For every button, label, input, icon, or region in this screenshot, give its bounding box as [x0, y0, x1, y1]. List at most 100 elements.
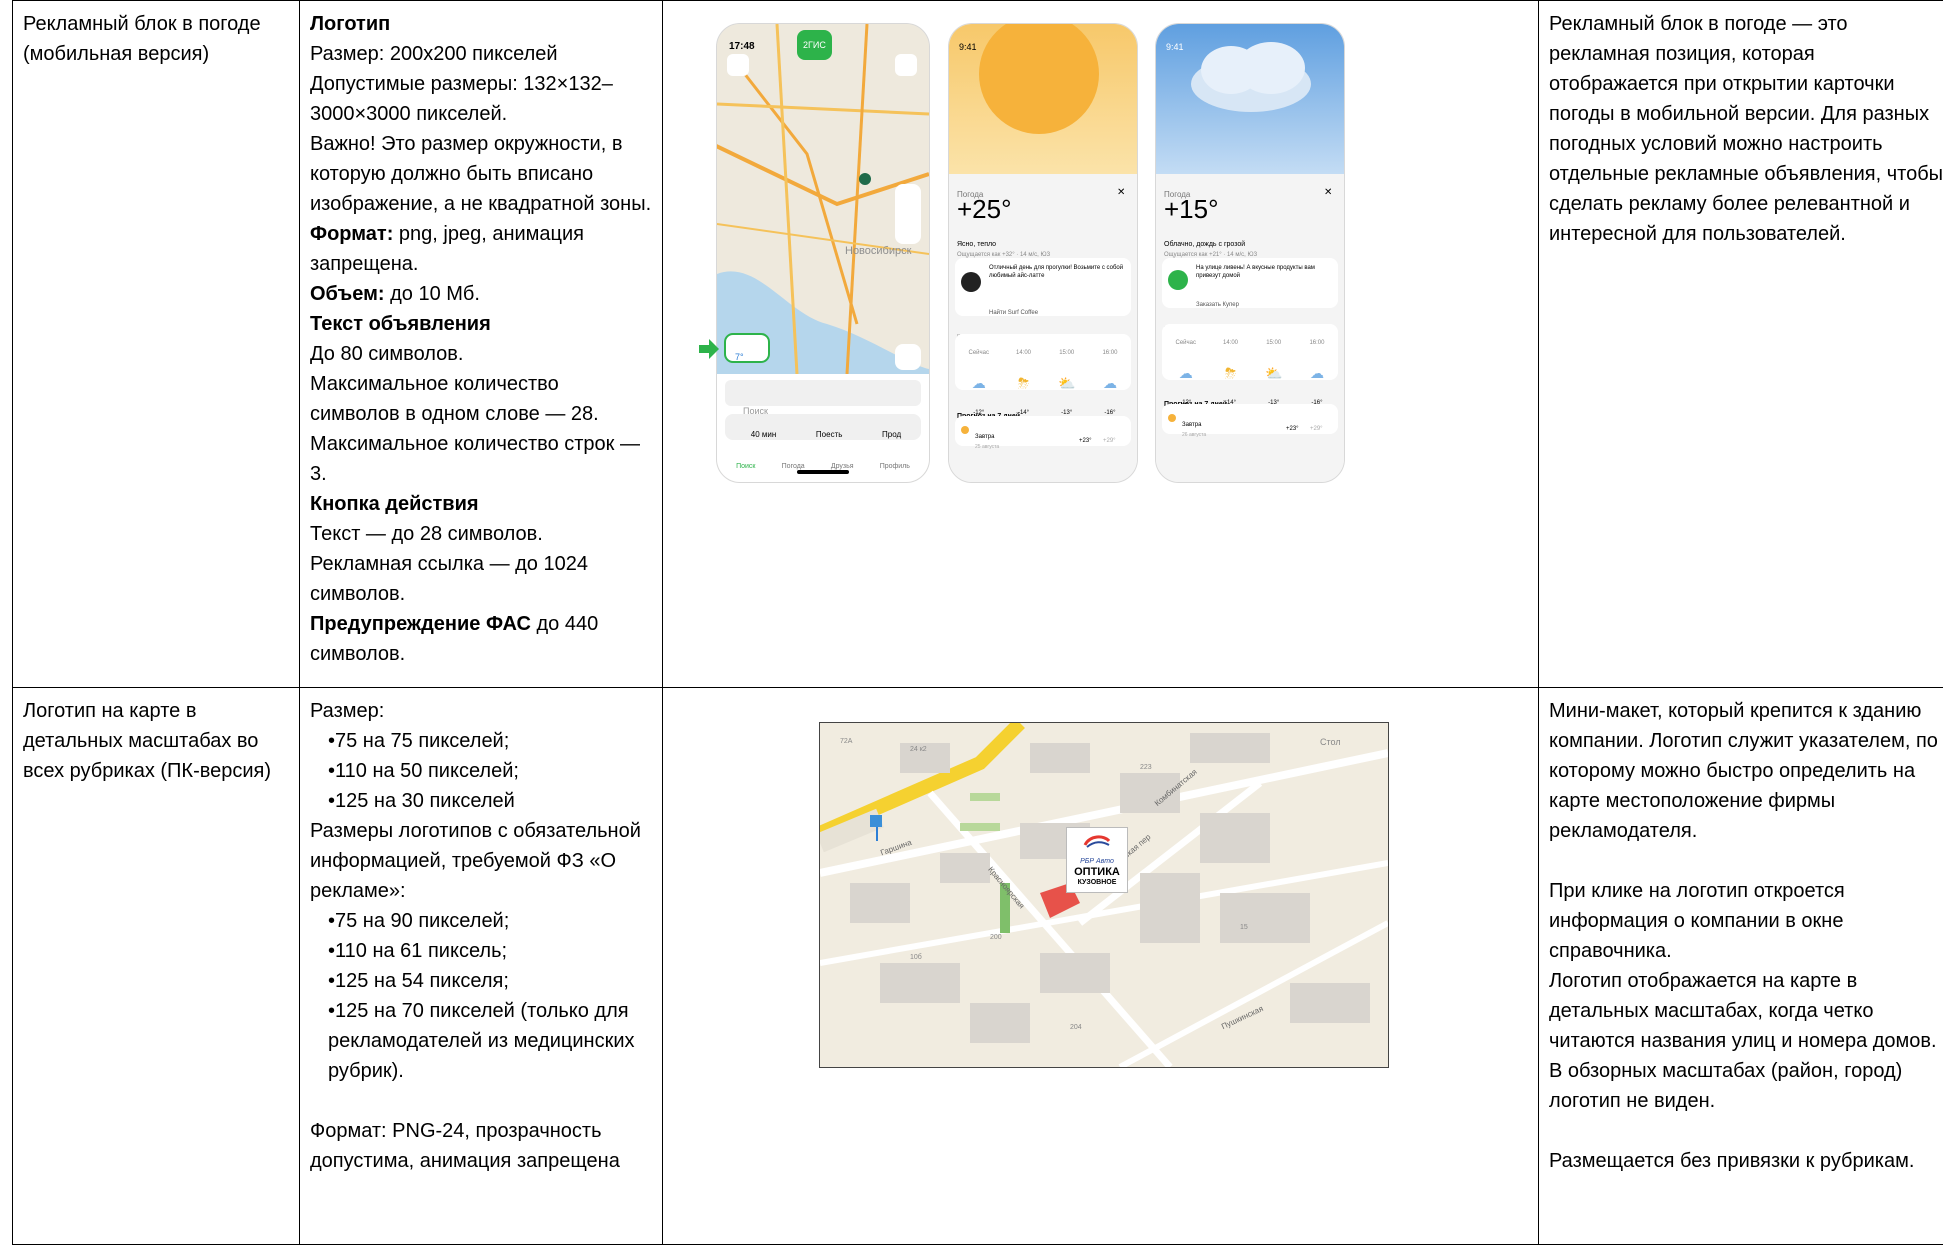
hour-item: 14:00⛈-14° — [1016, 334, 1031, 390]
spec-line: Объем: до 10 Мб. — [310, 279, 652, 309]
forecast-temp: +23° — [1286, 414, 1299, 444]
example-cell: Стол Гаршина Комбинатская Комбинатская п… — [663, 688, 1539, 1245]
placement-name: Рекламный блок в погоде (мобильная верси… — [13, 1, 300, 688]
tab-search[interactable]: Поиск — [736, 452, 755, 482]
spec-line: Размер: 200х200 пикселей — [310, 39, 652, 69]
tab-profile[interactable]: Профиль — [880, 452, 910, 482]
ad-link[interactable]: Заказать Купер — [1196, 290, 1239, 320]
temperature: +15° — [1164, 194, 1219, 224]
chip[interactable]: Прод — [882, 420, 901, 450]
spec-line: Максимальное количество символов в одном… — [310, 369, 652, 429]
description-text: При клике на логотип откроется информаци… — [1549, 876, 1943, 966]
hourly-forecast: Сейчас☁-12° 14:00⛈-14° 15:00⛅-13° 16:00☁… — [955, 334, 1131, 390]
hour-item: 14:00⛈-14° — [1223, 324, 1238, 380]
chips-row: 40 мин Поесть Прод — [731, 420, 921, 450]
ad-logo — [1168, 270, 1188, 290]
table-row: Рекламный блок в погоде (мобильная верси… — [13, 1, 1943, 688]
status-time: 17:48 — [729, 32, 755, 62]
tab-friends[interactable]: Друзья — [831, 452, 854, 482]
placement-name: Логотип на карте в детальных масштабах в… — [13, 688, 300, 1245]
description-text: Мини-макет, который крепится к зданию ко… — [1549, 696, 1943, 846]
forecast-temp-high: +29° — [1310, 414, 1323, 444]
sun-icon — [961, 426, 969, 434]
city-label: Новосибирск — [845, 236, 911, 266]
hour-item: Сейчас☁-12° — [969, 334, 989, 390]
description-cell: Рекламный блок в погоде — это рекламная … — [1539, 1, 1943, 688]
phone-weather-sunny: 9:41 Погода ✕ +25° Ясно, тепло Ощущается… — [948, 23, 1138, 483]
table-row: Логотип на карте в детальных масштабах в… — [13, 688, 1943, 1245]
spec-line: До 80 символов. — [310, 339, 652, 369]
phone-weather-rainy: 9:41 Погода ✕ +15° Облачно, дождь с гроз… — [1155, 23, 1345, 483]
ad-link[interactable]: Найти Surf Coffee — [989, 298, 1038, 328]
advertiser-logo[interactable]: РБР Авто ОПТИКА КУЗОВНОЕ — [1066, 827, 1128, 893]
size-item: •125 на 70 пикселей (только для рекламод… — [310, 996, 652, 1086]
temperature: +25° — [957, 194, 1012, 224]
size-item: •125 на 54 пикселя; — [310, 966, 652, 996]
status-time: 9:41 — [1166, 32, 1184, 62]
spec-label: Объем: — [310, 283, 385, 305]
house-number: 200 — [990, 923, 1002, 953]
chip[interactable]: Поесть — [816, 420, 842, 450]
spec-heading: Логотип — [310, 9, 652, 39]
sun-icon — [969, 23, 1109, 144]
tab-weather[interactable]: Погода — [782, 452, 805, 482]
size-item: •125 на 30 пикселей — [310, 786, 652, 816]
spec-cell: Логотип Размер: 200х200 пикселей Допусти… — [300, 1, 663, 688]
house-number: 223 — [1140, 753, 1152, 783]
close-icon[interactable]: ✕ — [1324, 178, 1332, 208]
cloud-icon — [1186, 34, 1316, 124]
weather-chip[interactable]: 7° — [735, 342, 744, 372]
app-badge: 2ГИС — [797, 30, 832, 60]
house-number: 72А — [840, 727, 852, 757]
logo-line1: ОПТИКА — [1067, 866, 1127, 878]
spec-heading: Кнопка действия — [310, 489, 652, 519]
logo-brand: РБР Авто — [1067, 858, 1127, 866]
forecast-temp: +23° — [1079, 426, 1092, 456]
ad-logo — [961, 272, 981, 292]
arrow-icon — [699, 339, 719, 359]
spec-label: Формат: — [310, 223, 393, 245]
size-item: •110 на 61 пиксель; — [310, 936, 652, 966]
description-text: Логотип отображается на карте в детальны… — [1549, 966, 1943, 1116]
house-number: 15 — [1240, 913, 1248, 943]
ad-text: Отличный день для прогулки! Возьмите с с… — [989, 264, 1125, 280]
hour-item: 16:00☁-16° — [1102, 334, 1117, 390]
chip[interactable]: 40 мин — [751, 420, 777, 450]
brand-swoosh-icon — [1082, 833, 1112, 849]
hourly-forecast: Сейчас☁-12° 14:00⛈-14° 15:00⛅-13° 16:00☁… — [1162, 324, 1338, 380]
spec-line: Рекламная ссылка — до 1024 символов. — [310, 549, 652, 609]
sun-icon — [1168, 414, 1176, 422]
spec-cell: Размер: •75 на 75 пикселей; •110 на 50 п… — [300, 688, 663, 1245]
hour-item: Сейчас☁-12° — [1176, 324, 1196, 380]
description-text: Рекламный блок в погоде — это рекламная … — [1549, 9, 1943, 249]
spec-line: Максимальное количество строк — 3. — [310, 429, 652, 489]
close-icon[interactable]: ✕ — [1117, 178, 1125, 208]
spec-label: Предупреждение ФАС — [310, 613, 531, 635]
spec-line: Размеры логотипов с обязательной информа… — [310, 816, 652, 906]
house-number: 24 к2 — [910, 735, 927, 765]
forecast-date: 25 августа — [975, 432, 999, 462]
forecast-date: 26 августа — [1182, 420, 1206, 450]
hour-item: 15:00⛅-13° — [1265, 324, 1282, 380]
spec-heading: Текст объявления — [310, 309, 652, 339]
ad-text: На улице ливень! А вкусные продукты вам … — [1196, 264, 1332, 280]
size-item: •75 на 75 пикселей; — [310, 726, 652, 756]
spec-line: Формат: PNG-24, прозрачность допустима, … — [310, 1116, 652, 1176]
description-cell: Мини-макет, который крепится к зданию ко… — [1539, 688, 1943, 1245]
hour-item: 16:00☁-16° — [1309, 324, 1324, 380]
spec-table: Рекламный блок в погоде (мобильная верси… — [12, 0, 1943, 1245]
size-item: •75 на 90 пикселей; — [310, 906, 652, 936]
spec-line: Формат: png, jpeg, анимация запрещена. — [310, 219, 652, 279]
street-label: Стол — [1320, 727, 1341, 757]
description-text: Размещается без привязки к рубрикам. — [1549, 1146, 1943, 1176]
spec-line: Допустимые размеры: 132×132–3000×3000 пи… — [310, 69, 652, 129]
hour-item: 15:00⛅-13° — [1058, 334, 1075, 390]
map-screenshot: Стол Гаршина Комбинатская Комбинатская п… — [819, 722, 1389, 1068]
spec-value: до 10 Мб. — [385, 283, 480, 305]
logo-line2: КУЗОВНОЕ — [1067, 878, 1127, 887]
house-number: 204 — [1070, 1013, 1082, 1043]
spec-line: Размер: — [310, 696, 652, 726]
house-number: 10б — [910, 943, 922, 973]
status-time: 9:41 — [959, 32, 977, 62]
forecast-temp-high: +29° — [1103, 426, 1116, 456]
